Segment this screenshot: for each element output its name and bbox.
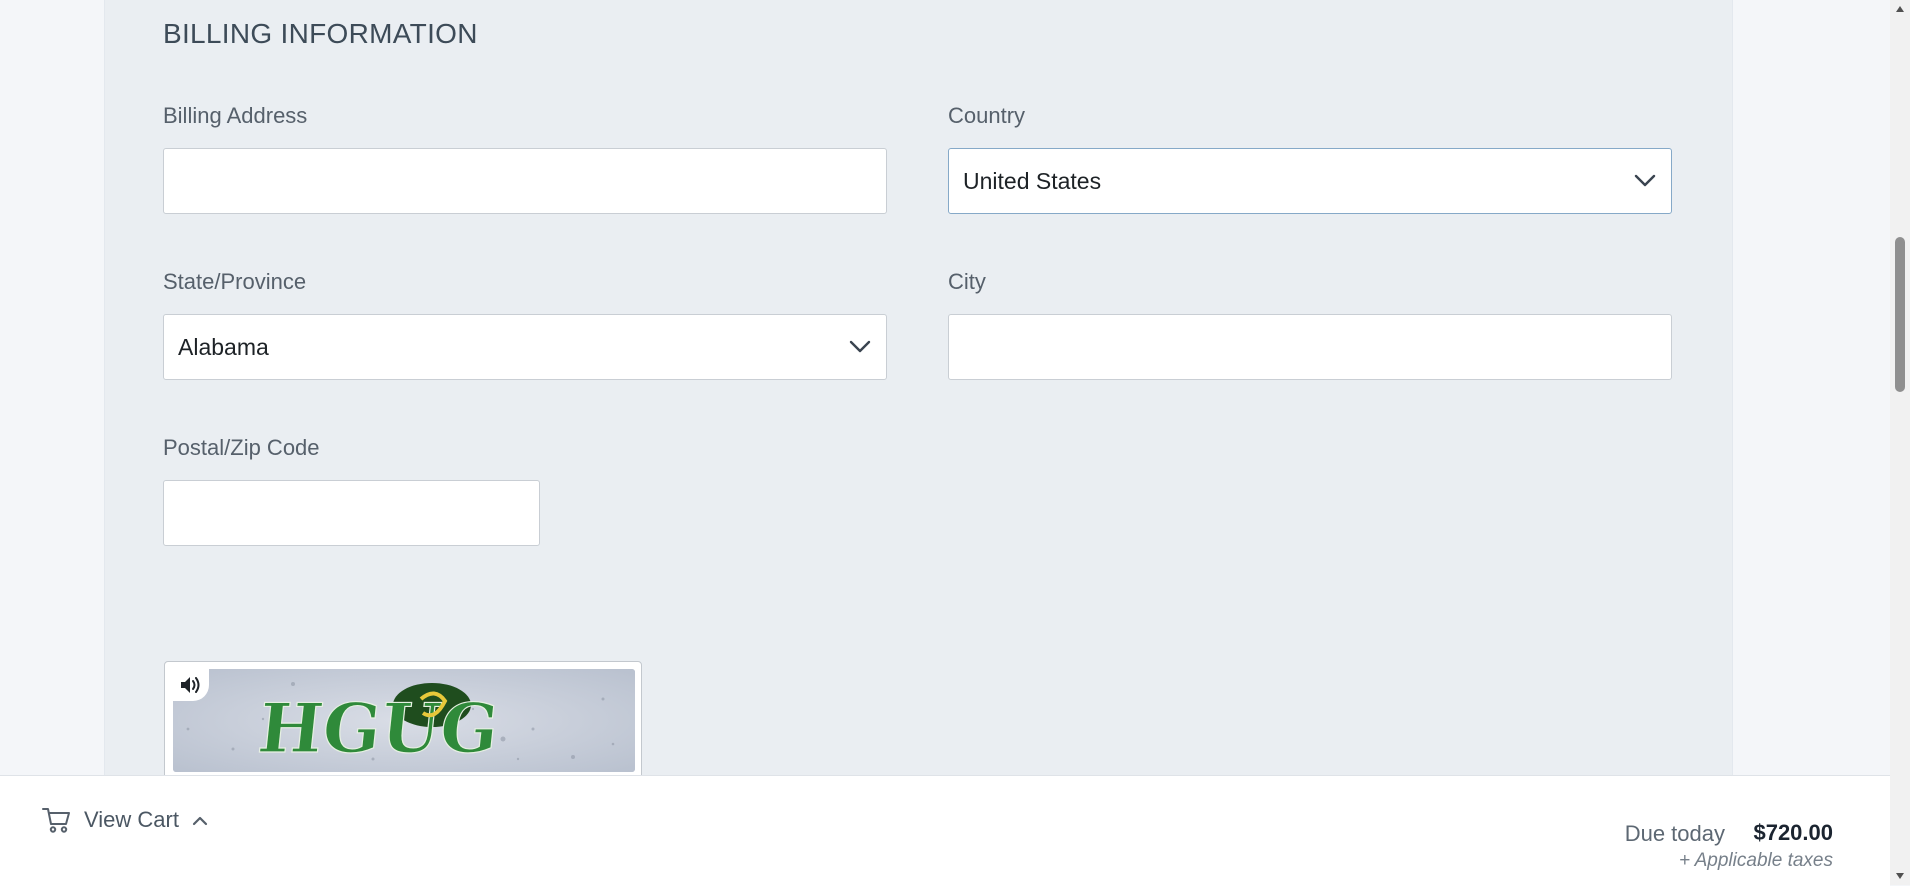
triangle-down-icon — [1896, 873, 1904, 879]
scroll-thumb[interactable] — [1895, 237, 1905, 392]
country-select[interactable]: United States — [948, 148, 1672, 214]
state-label: State/Province — [163, 269, 307, 294]
billing-address-input[interactable] — [163, 148, 887, 214]
scroll-up-arrow[interactable] — [1890, 0, 1910, 18]
view-cart-label: View Cart — [84, 807, 179, 832]
chevron-down-icon — [849, 340, 871, 353]
checkout-page: BILLING INFORMATION Billing Address Coun… — [0, 0, 1890, 885]
captcha-image: HGUG — [173, 669, 635, 772]
country-selected-value: United States — [963, 167, 1102, 194]
billing-address-label: Billing Address — [163, 103, 308, 128]
captcha-widget: HGUG — [164, 661, 642, 791]
scroll-down-arrow[interactable] — [1890, 867, 1910, 885]
chevron-up-icon — [192, 816, 208, 826]
city-label: City — [948, 269, 986, 294]
cart-bar: View Cart Due today $720.00 + Applicable… — [0, 775, 1890, 886]
due-today-label: Due today — [1624, 821, 1725, 846]
country-label: Country — [948, 103, 1026, 128]
speaker-icon — [181, 677, 200, 693]
due-today-amount: $720.00 — [1753, 820, 1833, 845]
billing-panel — [104, 0, 1733, 775]
applicable-taxes-note: + Applicable taxes — [1678, 850, 1833, 871]
captcha-challenge-text: HGUG — [254, 689, 502, 769]
chevron-down-icon — [1634, 174, 1656, 187]
section-title: BILLING INFORMATION — [163, 18, 478, 49]
shopping-cart-icon — [42, 808, 70, 833]
view-cart-button[interactable]: View Cart — [42, 806, 209, 834]
state-selected-value: Alabama — [178, 333, 269, 360]
state-select[interactable]: Alabama — [163, 314, 887, 380]
page-scrollbar[interactable] — [1890, 0, 1910, 885]
captcha-audio-button[interactable] — [173, 669, 209, 701]
city-input[interactable] — [948, 314, 1672, 380]
triangle-up-icon — [1896, 6, 1904, 12]
postal-label: Postal/Zip Code — [163, 435, 320, 460]
postal-input[interactable] — [163, 480, 540, 546]
